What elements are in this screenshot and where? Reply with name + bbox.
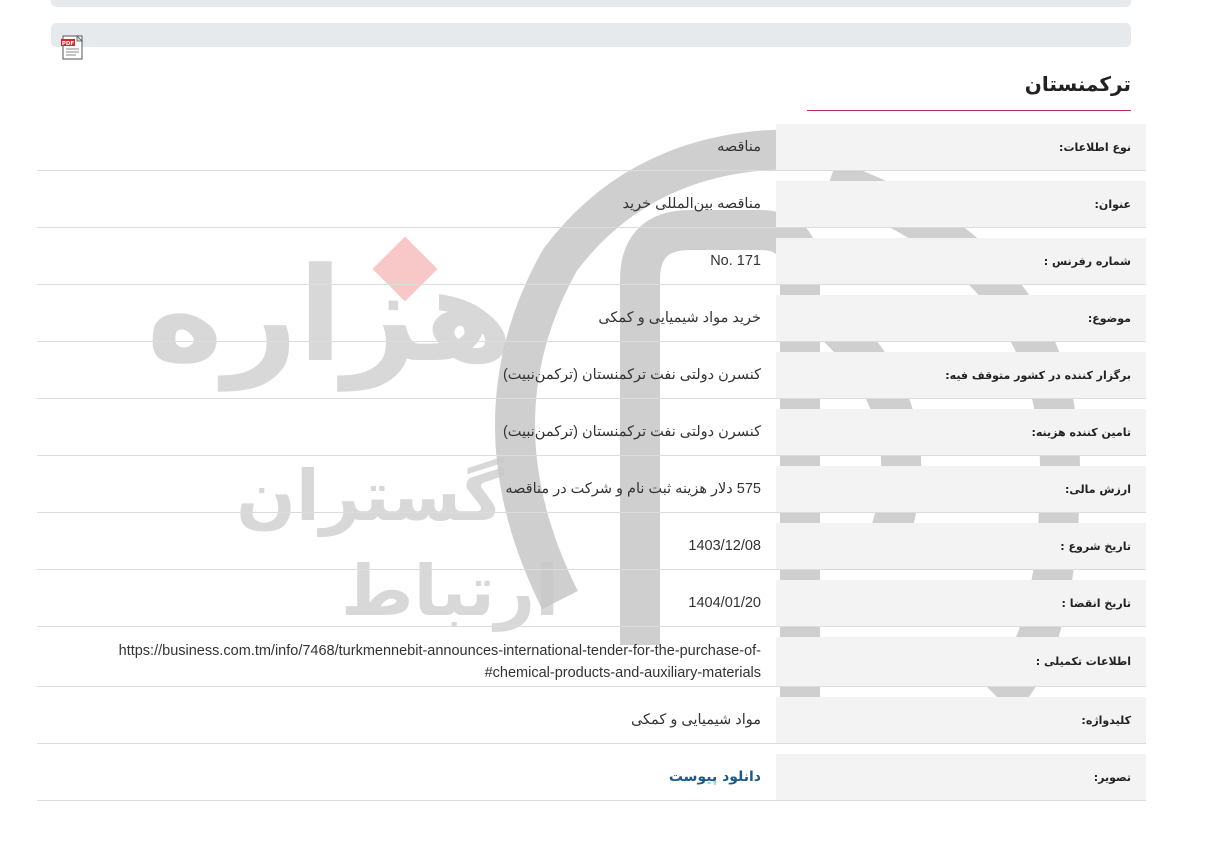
row-value: 1403/12/08 — [688, 538, 761, 554]
row-label: ارزش مالی: — [776, 466, 1146, 512]
pdf-badge-text: PDF — [62, 41, 75, 47]
row-value: خرید مواد شیمیایی و کمکی — [598, 310, 761, 326]
table-row: نوع اطلاعات: مناقصه — [37, 124, 1146, 171]
row-label: اطلاعات تکمیلی : — [776, 637, 1146, 686]
table-row: موضوع: خرید مواد شیمیایی و کمکی — [37, 295, 1146, 342]
row-value: کنسرن دولتی نفت ترکمنستان (ترکمن‌نبیت) — [502, 367, 761, 383]
row-value: No. 171 — [710, 253, 761, 269]
row-label: شماره رفرنس : — [776, 238, 1146, 284]
additional-info-url: https://business.com.tm/info/7468/turkme… — [118, 642, 761, 681]
row-label: موضوع: — [776, 295, 1146, 341]
row-value: مناقصه — [717, 139, 761, 155]
table-row: ارزش مالی: 575 دلار هزینه ثبت نام و شرکت… — [37, 466, 1146, 513]
row-value: 575 دلار هزینه ثبت نام و شرکت در مناقصه — [505, 481, 761, 497]
pdf-file-icon[interactable]: PDF — [60, 35, 86, 60]
title-underline — [807, 110, 1131, 111]
row-label: کلیدواژه: — [776, 697, 1146, 743]
download-attachment-link[interactable]: دانلود پیوست — [669, 769, 761, 785]
table-row: تاریخ انقضا : 1404/01/20 — [37, 580, 1146, 627]
table-row: عنوان: مناقصه بین‌المللی خرید — [37, 181, 1146, 228]
row-label: تاریخ انقضا : — [776, 580, 1146, 626]
row-value: مواد شیمیایی و کمکی — [630, 712, 761, 728]
info-table: نوع اطلاعات: مناقصه عنوان: مناقصه بین‌ال… — [37, 124, 1146, 801]
toolbar — [51, 23, 1131, 47]
row-label: تامین کننده هزینه: — [776, 409, 1146, 455]
table-row: تصویر: دانلود پیوست — [37, 754, 1146, 801]
attachment-cell: دانلود پیوست — [37, 754, 776, 800]
row-label: برگزار کننده در کشور متوقف فیه: — [776, 352, 1146, 398]
top-bar — [51, 0, 1131, 7]
table-row: تاریخ شروع : 1403/12/08 — [37, 523, 1146, 570]
row-label: تاریخ شروع : — [776, 523, 1146, 569]
table-row: تامین کننده هزینه: کنسرن دولتی نفت ترکمن… — [37, 409, 1146, 456]
row-label: نوع اطلاعات: — [776, 124, 1146, 170]
row-value: کنسرن دولتی نفت ترکمنستان (ترکمن‌نبیت) — [502, 424, 761, 440]
row-label: تصویر: — [776, 754, 1146, 800]
row-label: عنوان: — [776, 181, 1146, 227]
table-row: برگزار کننده در کشور متوقف فیه: کنسرن دو… — [37, 352, 1146, 399]
row-value: 1404/01/20 — [688, 595, 761, 611]
table-row: شماره رفرنس : No. 171 — [37, 238, 1146, 285]
table-row: اطلاعات تکمیلی : https://business.com.tm… — [37, 637, 1146, 687]
page-title: ترکمنستان — [1024, 72, 1131, 96]
row-value: مناقصه بین‌المللی خرید — [622, 196, 761, 212]
table-row: کلیدواژه: مواد شیمیایی و کمکی — [37, 697, 1146, 744]
